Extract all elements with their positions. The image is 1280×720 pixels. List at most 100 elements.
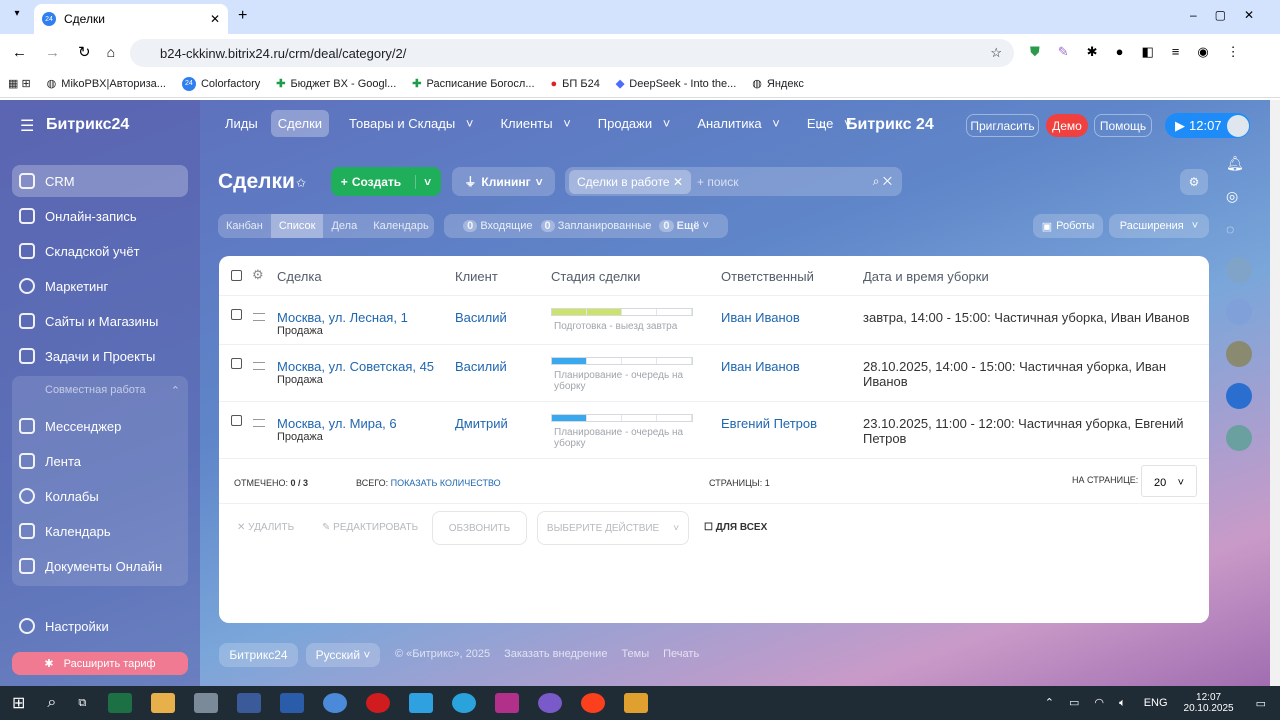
copilot-icon[interactable]: ◎ bbox=[1226, 188, 1252, 205]
menu-icon[interactable]: ⋮ bbox=[1227, 44, 1240, 60]
stage-progress[interactable] bbox=[551, 357, 693, 365]
bookmark[interactable]: ◍ Яндекс bbox=[752, 77, 804, 91]
column-header[interactable]: Стадия сделки bbox=[551, 269, 640, 284]
apps-icon[interactable]: ▦ ⊞ bbox=[8, 77, 31, 90]
edit-button[interactable]: ✎ Редактировать bbox=[322, 522, 418, 533]
filter-search[interactable]: Сделки в работе ✕ + поиск ⌕ ✕ bbox=[565, 167, 902, 196]
sidebar-item-crm[interactable]: CRM bbox=[12, 165, 188, 197]
drag-handle-icon[interactable] bbox=[253, 419, 265, 427]
yandex-browser-icon[interactable] bbox=[581, 693, 606, 713]
search-icon[interactable]: ⌕ bbox=[818, 116, 826, 133]
new-tab-icon[interactable]: + bbox=[238, 7, 247, 25]
demo-button[interactable]: Демо bbox=[1046, 114, 1088, 137]
viber-icon[interactable] bbox=[538, 693, 563, 713]
stage-segment[interactable] bbox=[657, 358, 692, 364]
row-checkbox[interactable] bbox=[231, 309, 242, 320]
stage-progress[interactable] bbox=[551, 308, 693, 316]
chat-icon[interactable]: ◌ bbox=[1226, 221, 1252, 237]
media-icon[interactable]: ≡ bbox=[1172, 44, 1180, 60]
search-icon[interactable]: ⌕ bbox=[47, 694, 56, 712]
bookmark-icon[interactable] bbox=[1226, 299, 1252, 325]
delete-button[interactable]: ✕ Удалить bbox=[237, 522, 294, 533]
phpstorm-icon[interactable] bbox=[495, 693, 520, 713]
themes-link[interactable]: Темы bbox=[621, 648, 649, 660]
deal-title-link[interactable]: Москва, ул. Лесная, 1 bbox=[277, 310, 408, 325]
star-icon[interactable]: ☆ bbox=[990, 45, 1002, 61]
stage-segment[interactable] bbox=[622, 358, 657, 364]
extensions-button[interactable]: Расширения ˅ bbox=[1109, 214, 1209, 238]
view-list[interactable]: Список bbox=[270, 214, 324, 238]
create-button[interactable]: + Создать ˅ bbox=[331, 167, 441, 196]
stage-segment[interactable] bbox=[552, 358, 587, 364]
print-link[interactable]: Печать bbox=[663, 648, 699, 660]
row-checkbox[interactable] bbox=[231, 358, 242, 369]
nav-deals[interactable]: Сделки bbox=[270, 110, 330, 137]
client-link[interactable]: Василий bbox=[455, 359, 507, 374]
pen-icon[interactable]: ✎ bbox=[1058, 44, 1069, 60]
calculator-icon[interactable] bbox=[194, 693, 219, 713]
clock[interactable]: 12:07 20.10.2025 bbox=[1184, 692, 1234, 714]
stage-segment[interactable] bbox=[587, 415, 622, 421]
nav-goods[interactable]: Товары и Склады ˅ bbox=[335, 110, 480, 137]
tab-search-icon[interactable]: ▾ bbox=[8, 8, 26, 26]
save-icon[interactable] bbox=[237, 693, 262, 713]
per-page-select[interactable]: 20 ˅ bbox=[1141, 465, 1197, 497]
category-select[interactable]: ⏚ Клининг ˅ bbox=[452, 167, 555, 196]
sidebar-item-calendar[interactable]: Календарь bbox=[12, 515, 188, 547]
stage-segment[interactable] bbox=[587, 309, 622, 315]
browser-tab[interactable]: 24 Сделки ✕ bbox=[34, 4, 228, 34]
sidebar-item-collabs[interactable]: Коллабы bbox=[12, 480, 188, 512]
excel-icon[interactable] bbox=[108, 693, 133, 713]
avatar[interactable]: ◉ bbox=[1197, 44, 1208, 60]
drag-handle-icon[interactable] bbox=[253, 362, 265, 370]
bookmark[interactable]: ◍ MikoPBX|Авториза... bbox=[47, 77, 166, 91]
bookmark[interactable]: 24 Colorfactory bbox=[181, 76, 260, 91]
table-row[interactable]: Москва, ул. Мира, 6 Продажа Дмитрий Планиро… bbox=[219, 402, 1209, 459]
stage-segment[interactable] bbox=[657, 415, 692, 421]
language-indicator[interactable]: ENG bbox=[1144, 697, 1168, 709]
stage-segment[interactable] bbox=[622, 309, 657, 315]
reload-icon[interactable]: ↻ bbox=[78, 43, 91, 61]
upgrade-button[interactable]: ✱ Расширить тариф bbox=[12, 652, 188, 675]
show-count-link[interactable]: Показать количество bbox=[391, 478, 501, 488]
deal-title-link[interactable]: Москва, ул. Мира, 6 bbox=[277, 416, 397, 431]
table-row[interactable]: Москва, ул. Лесная, 1 Продажа Василий Подго… bbox=[219, 296, 1209, 345]
owner-link[interactable]: Иван Иванов bbox=[721, 359, 800, 374]
stage-segment[interactable] bbox=[657, 309, 692, 315]
sidebar-item-sites[interactable]: Сайты и Магазины bbox=[12, 305, 188, 337]
avatar[interactable] bbox=[1226, 257, 1252, 283]
counter-planned[interactable]: 0 Запланированные bbox=[540, 220, 651, 232]
windows-start-icon[interactable]: ⊞ bbox=[12, 693, 25, 713]
url-input[interactable]: b24-ckkinw.bitrix24.ru/crm/deal/category… bbox=[130, 39, 1014, 67]
owner-link[interactable]: Иван Иванов bbox=[721, 310, 800, 325]
view-activities[interactable]: Дела bbox=[323, 214, 365, 238]
stage-segment[interactable] bbox=[552, 309, 587, 315]
gear-icon[interactable]: ⚙ bbox=[252, 267, 264, 283]
notification-icon[interactable]: ▭ bbox=[1256, 697, 1266, 710]
menu-icon[interactable]: ☰ bbox=[20, 116, 34, 136]
invite-button[interactable]: Пригласить bbox=[966, 114, 1039, 137]
task-view-icon[interactable]: ⧉ bbox=[78, 697, 86, 710]
row-checkbox[interactable] bbox=[231, 415, 242, 426]
column-header[interactable]: Клиент bbox=[455, 269, 498, 284]
for-all-checkbox[interactable]: ☐ Для всех bbox=[704, 522, 767, 533]
sidebar-item-docs[interactable]: Документы Онлайн bbox=[12, 550, 188, 582]
bug-icon[interactable]: ✱ bbox=[1087, 44, 1098, 60]
client-link[interactable]: Дмитрий bbox=[455, 416, 508, 431]
action-select[interactable]: Выберите действие ˅ bbox=[537, 511, 689, 545]
nav-sales[interactable]: Продажи ˅ bbox=[584, 110, 678, 137]
stage-segment[interactable] bbox=[587, 358, 622, 364]
robots-button[interactable]: ▣ Роботы bbox=[1033, 214, 1103, 238]
back-icon[interactable]: ← bbox=[12, 44, 27, 61]
language-select[interactable]: Русский ˅ bbox=[306, 643, 380, 667]
word-icon[interactable] bbox=[280, 693, 305, 713]
view-calendar[interactable]: Календарь bbox=[365, 214, 434, 238]
column-header[interactable]: Ответственный bbox=[721, 269, 814, 284]
close-icon[interactable]: ✕ bbox=[210, 12, 220, 26]
app-icon[interactable] bbox=[1226, 425, 1252, 451]
sidebar-item-inventory[interactable]: Складской учёт bbox=[12, 235, 188, 267]
column-header[interactable]: Сделка bbox=[277, 269, 322, 284]
column-header[interactable]: Дата и время уборки bbox=[863, 269, 989, 284]
table-row[interactable]: Москва, ул. Советская, 45 Продажа Василий П… bbox=[219, 345, 1209, 402]
help-button[interactable]: Помощь bbox=[1094, 114, 1152, 137]
